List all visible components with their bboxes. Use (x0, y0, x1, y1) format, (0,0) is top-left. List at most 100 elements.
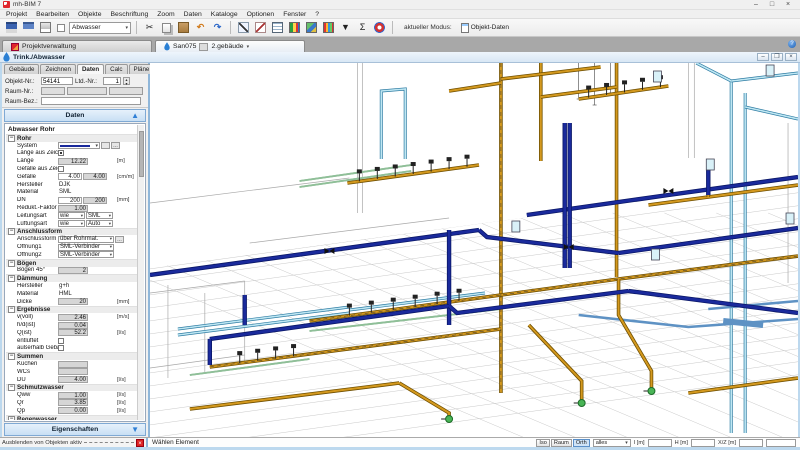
grid-value-field[interactable]: 3.85 (58, 399, 88, 407)
app-tab-san075[interactable]: San075 2.gebäude ▾ (155, 40, 305, 52)
grid-group-header[interactable]: − Anschlussform (6, 227, 137, 236)
donut-button[interactable] (372, 20, 387, 35)
menu-item-bearbeiten[interactable]: Bearbeiten (36, 11, 69, 18)
xz-coord-input-2[interactable] (766, 438, 796, 447)
redo-button[interactable]: ↷ (210, 20, 225, 35)
raum-nr-input-2[interactable] (67, 87, 107, 95)
grid-value-field[interactable]: 20 (58, 298, 88, 306)
paste-button[interactable] (176, 20, 191, 35)
grid-value-field[interactable]: 4.00 (58, 173, 82, 181)
filter-button[interactable]: ▼ (338, 20, 353, 35)
menu-item-beschriftung[interactable]: Beschriftung (110, 11, 148, 18)
system-color-button[interactable] (101, 142, 110, 150)
chart-button[interactable] (287, 20, 302, 35)
sum-button[interactable]: Σ (355, 20, 370, 35)
grid-dropdown[interactable]: wie ▾ (58, 212, 85, 220)
print-button[interactable] (38, 20, 53, 35)
daten-section-header[interactable]: Daten ▲ (4, 109, 146, 122)
grid-value-field[interactable]: 1.00 (58, 204, 88, 212)
collapse-toggle-icon[interactable]: − (8, 415, 15, 420)
grid-dropdown[interactable]: SML-Verbinder ▾ (58, 251, 114, 259)
mode-button-iso[interactable]: Iso (536, 438, 550, 447)
help-icon[interactable]: ? (788, 40, 796, 48)
raum-nr-input-1[interactable] (41, 87, 65, 95)
columns-button[interactable] (321, 20, 336, 35)
raum-bez-input[interactable] (41, 97, 141, 105)
grid-group-header[interactable]: − Summen (6, 352, 137, 361)
grid-value-field[interactable]: 4.00 (58, 376, 88, 384)
panel-tab-daten[interactable]: Daten (76, 64, 105, 74)
ltd-nr-input[interactable] (103, 77, 121, 85)
grid-value-field[interactable]: 52.2 (58, 329, 88, 337)
close-icon[interactable]: × (783, 1, 793, 9)
save-all-button[interactable] (21, 20, 36, 35)
system-filter-checkbox[interactable] (57, 23, 65, 32)
grid-group-header[interactable]: − Dämmung (6, 274, 137, 283)
objekt-daten-button[interactable]: Objekt-Daten (457, 21, 513, 34)
mode-button-orth[interactable]: Orth (572, 438, 590, 447)
raum-nr-input-3[interactable] (109, 87, 143, 95)
collapse-toggle-icon[interactable]: − (8, 228, 15, 236)
grid-group-header[interactable]: − Rohr (6, 134, 137, 142)
xz-coord-input-1[interactable] (739, 438, 763, 447)
panel-tab-zeichnen[interactable]: Zeichnen (40, 64, 76, 74)
copy-button[interactable] (159, 20, 174, 35)
notice-close-icon[interactable]: × (136, 438, 144, 447)
undo-button[interactable]: ↶ (193, 20, 208, 35)
collapse-toggle-icon[interactable]: − (8, 353, 15, 361)
more-options-button[interactable]: … (115, 235, 124, 243)
minimize-icon[interactable]: – (751, 1, 761, 9)
table-button[interactable] (270, 20, 285, 35)
checkbox[interactable] (58, 150, 64, 157)
system-select[interactable]: Abwasser ▾ (69, 21, 131, 34)
checkbox[interactable] (58, 345, 64, 352)
menu-item-projekt[interactable]: Projekt (6, 11, 27, 18)
grid-dropdown[interactable]: wie ▾ (58, 220, 85, 228)
menu-item-9[interactable]: ? (315, 11, 319, 18)
panel-tab-gebude[interactable]: Gebäude (4, 64, 40, 74)
grid-value-field[interactable]: 200 (58, 196, 82, 204)
grid-dropdown[interactable]: SML ▾ (86, 212, 113, 220)
h-coord-input[interactable] (690, 438, 715, 447)
menu-item-fenster[interactable]: Fenster (283, 11, 306, 18)
grid-dropdown[interactable]: SML-Verbinder ▾ (58, 243, 114, 251)
range-select[interactable]: alles ▾ (592, 438, 631, 447)
mdi-minimize-icon[interactable]: – (757, 53, 769, 61)
menu-item-optionen[interactable]: Optionen (247, 11, 275, 18)
save-button[interactable] (4, 20, 19, 35)
collapse-toggle-icon[interactable]: − (8, 134, 15, 142)
image-button[interactable] (304, 20, 319, 35)
mdi-close-icon[interactable]: × (785, 53, 797, 61)
collapse-toggle-icon[interactable]: − (8, 384, 15, 392)
grid-dropdown[interactable]: Auto ▾ (86, 220, 113, 228)
polyline-edit-button[interactable] (253, 20, 268, 35)
grid-value-field[interactable]: 0.04 (58, 321, 88, 329)
collapse-toggle-icon[interactable]: − (8, 275, 15, 283)
app-tab-projektverwaltung[interactable]: Projektverwaltung (2, 40, 152, 52)
checkbox[interactable] (58, 166, 64, 173)
ltd-nr-spinner[interactable]: ▲ ▼ (123, 77, 130, 86)
grid-value-field[interactable]: 4.00 (83, 173, 107, 181)
menu-item-daten[interactable]: Daten (184, 11, 202, 18)
eigenschaften-section-header[interactable]: Eigenschaften ▼ (4, 423, 146, 436)
cut-button[interactable]: ✂ (142, 20, 157, 35)
grid-group-header[interactable]: − Bögen (6, 258, 137, 267)
i-coord-input[interactable] (647, 438, 672, 447)
panel-tab-calc[interactable]: Calc (105, 64, 128, 74)
system-line-dropdown[interactable]: ▾ (58, 142, 100, 150)
maximize-icon[interactable]: □ (767, 1, 777, 9)
objekt-nr-input[interactable] (41, 77, 73, 85)
grid-value-field[interactable]: 2.46 (58, 313, 88, 321)
grid-group-header[interactable]: − Regenwasser (6, 414, 137, 420)
menu-item-objekte[interactable]: Objekte (78, 11, 101, 18)
mode-button-raum[interactable]: Raum (550, 438, 572, 447)
menu-item-zoom[interactable]: Zoom (157, 11, 174, 18)
collapse-toggle-icon[interactable]: − (8, 306, 15, 314)
grid-scrollbar[interactable] (137, 125, 144, 420)
grid-value-field[interactable]: 12.22 (58, 157, 88, 165)
grid-value-field[interactable]: 2 (58, 266, 88, 274)
grid-value-field[interactable]: 200 (83, 196, 107, 204)
grid-group-header[interactable]: − Schmutzwasser (6, 383, 137, 392)
grid-scrollbar-thumb[interactable] (139, 131, 144, 177)
system-more-button[interactable]: … (111, 142, 120, 150)
